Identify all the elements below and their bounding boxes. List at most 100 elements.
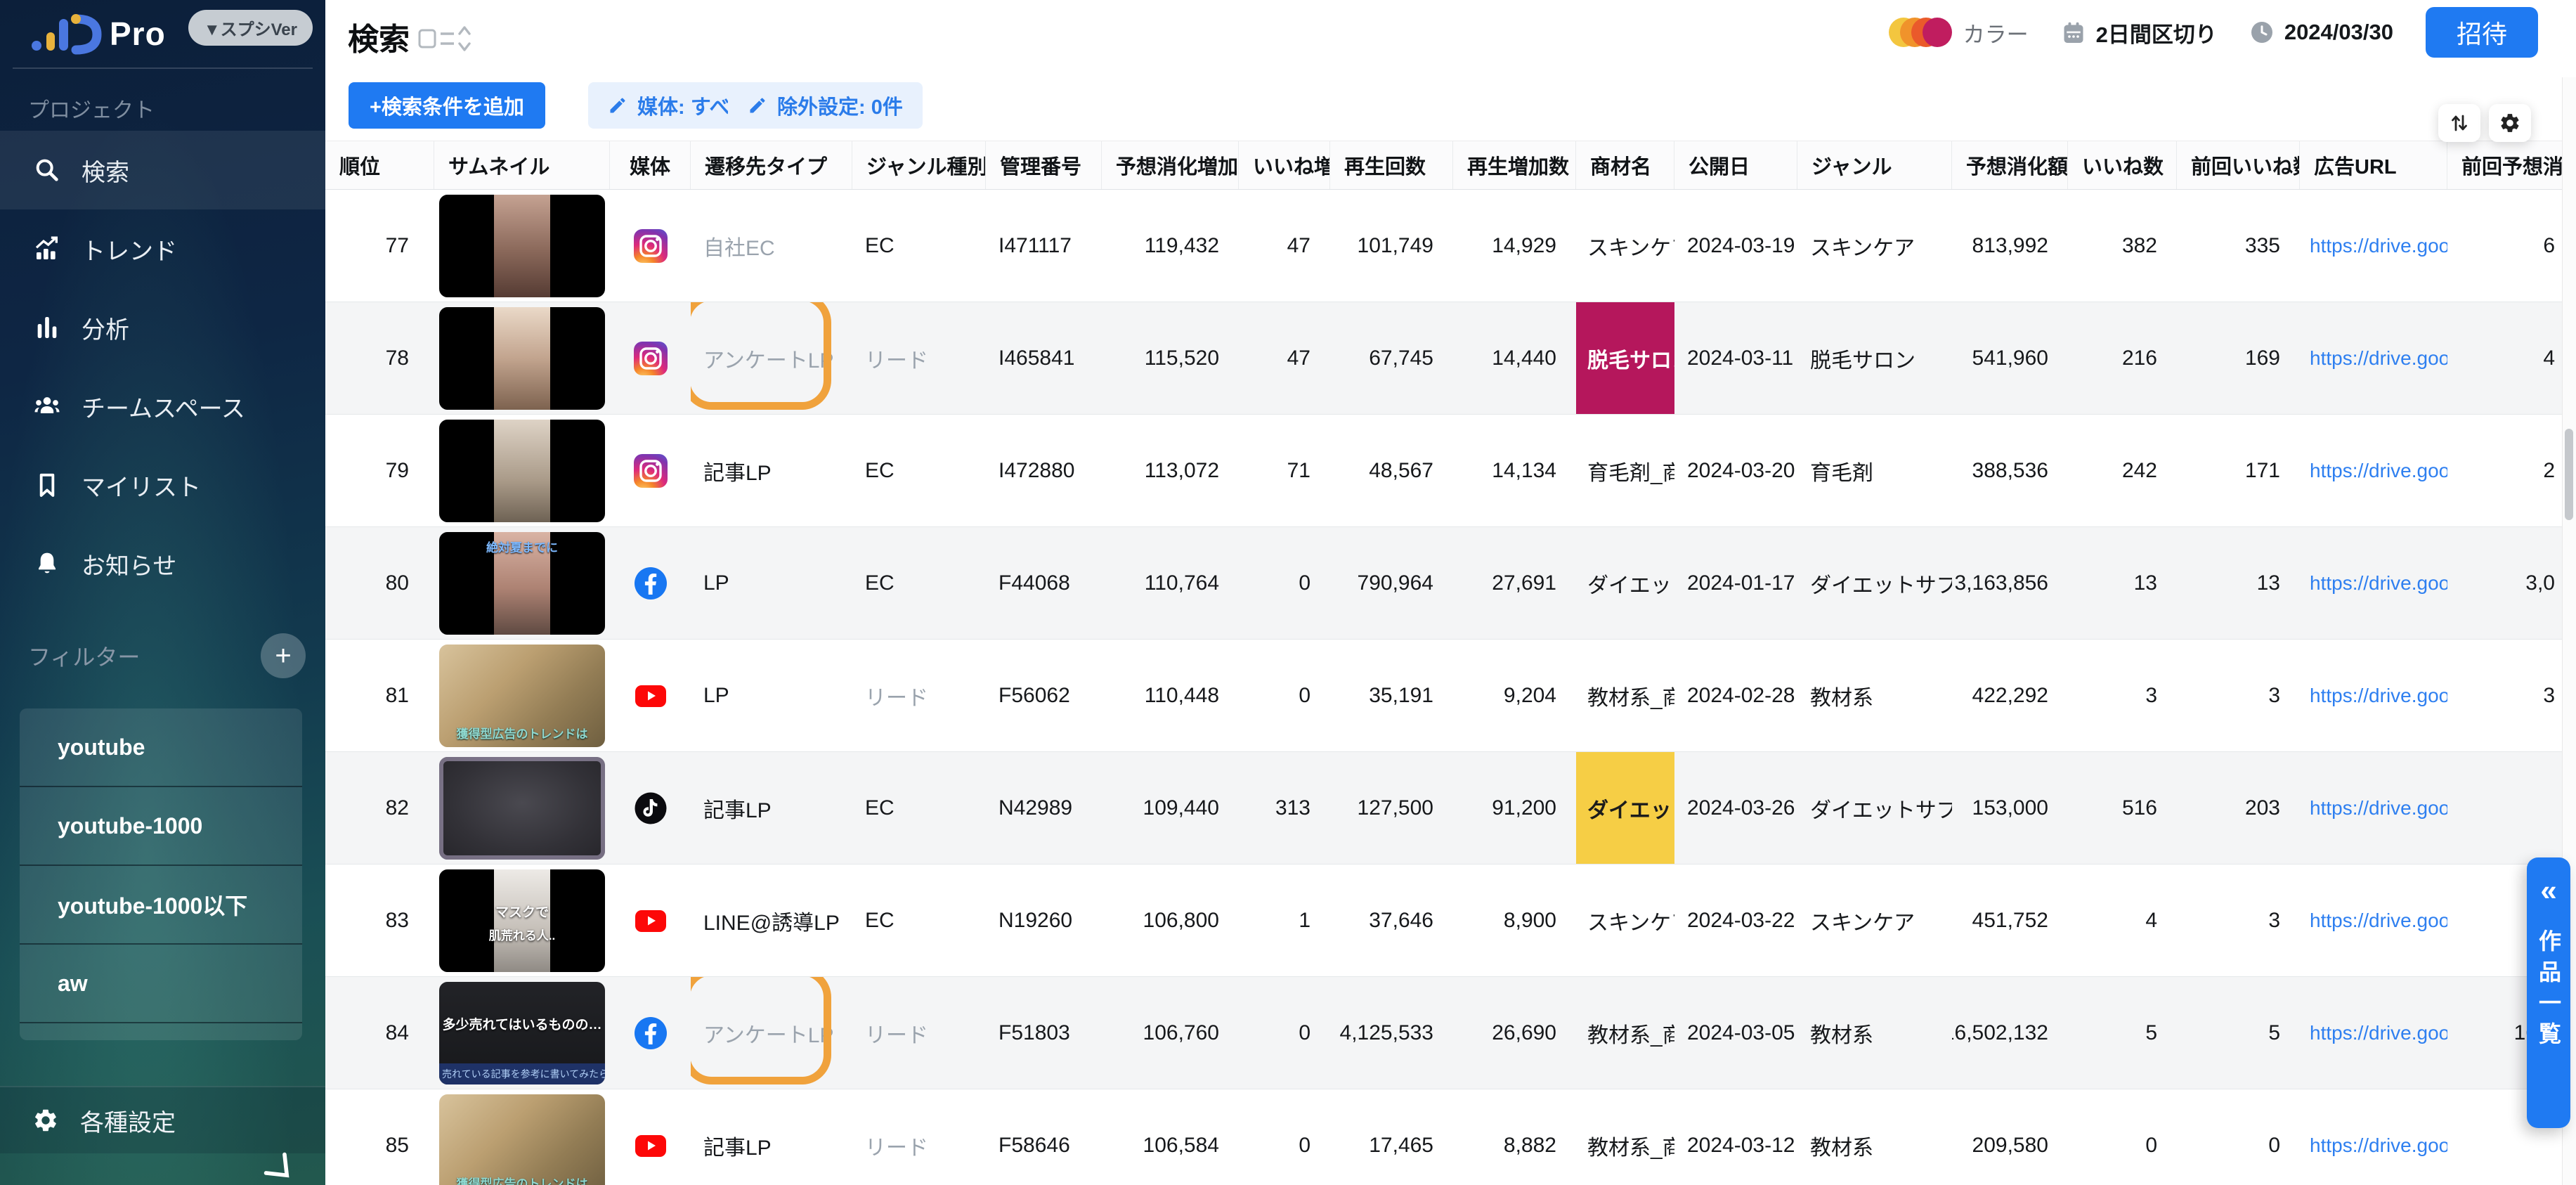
cell-transition-type: LINE@誘導LP <box>691 865 852 976</box>
exclude-settings-button[interactable]: 除外設定: 0件 <box>728 82 923 129</box>
ad-url-link[interactable]: https://drive.goo <box>2310 460 2447 482</box>
view-toggle-sort-icon[interactable] <box>417 22 474 55</box>
cell-media <box>610 527 691 639</box>
sidebar-item-label: チームスペース <box>82 389 245 424</box>
cell-transition-type: アンケートLP <box>691 977 852 1089</box>
invite-button[interactable]: 招待 <box>2426 7 2538 58</box>
cell-prev-likes: 5 <box>2177 977 2300 1089</box>
genre-type-label: EC <box>865 234 895 258</box>
add-search-condition-button[interactable]: +検索条件を追加 <box>349 82 545 129</box>
color-legend-label: カラー <box>1963 17 2029 48</box>
filter-item[interactable]: youtube-1000以下 <box>20 866 302 945</box>
cell-product-name: ダイエット <box>1576 527 1674 639</box>
ad-url-link[interactable]: https://drive.goo <box>2310 909 2447 932</box>
cell-transition-type: 記事LP <box>691 415 852 526</box>
ad-url-link[interactable]: https://drive.goo <box>2310 797 2447 820</box>
filter-label: フィルター <box>28 640 140 672</box>
cell-like-increase: 0 <box>1239 977 1330 1089</box>
cell-est-consumption: 388,536 <box>1952 415 2068 526</box>
cell-published-date: 2024-02-28 <box>1674 640 1797 751</box>
sidebar-item-search[interactable]: 検索 <box>0 131 325 209</box>
column-header: 再生増加数 <box>1453 141 1576 189</box>
sort-button[interactable] <box>2438 104 2480 142</box>
column-header: 前回予想消化 <box>2447 141 2575 189</box>
column-header: 公開日 <box>1674 141 1797 189</box>
cell-est-consumption-increase: 119,432 <box>1102 190 1239 302</box>
app-logo-icon <box>27 11 110 57</box>
cell-transition-type: アンケートLP <box>691 302 852 414</box>
video-thumbnail[interactable] <box>439 195 605 297</box>
cell-media <box>610 190 691 302</box>
ad-url-link[interactable]: https://drive.goo <box>2310 235 2447 257</box>
cell-prev-est-consumption: 3 <box>2447 640 2575 751</box>
cell-rank: 84 <box>325 977 434 1089</box>
cell-est-consumption: 3,163,856 <box>1952 527 2068 639</box>
cell-like-increase: 0 <box>1239 1089 1330 1185</box>
cell-est-consumption: 422,292 <box>1952 640 2068 751</box>
transition-type-label: LP <box>703 684 729 708</box>
date-control[interactable]: 2024/03/30 <box>2249 20 2393 45</box>
cell-thumbnail: 絶対夏までに <box>434 527 610 639</box>
cell-est-consumption: 541,960 <box>1952 302 2068 414</box>
video-thumbnail[interactable]: 獲得型広告のトレンドは <box>439 1094 605 1185</box>
ad-url-link[interactable]: https://drive.goo <box>2310 572 2447 595</box>
cell-ad-url: https://drive.goo <box>2300 977 2447 1089</box>
sidebar-item-bell[interactable]: お知らせ <box>0 524 325 603</box>
sidebar-item-team[interactable]: チームスペース <box>0 367 325 446</box>
section-label-project: プロジェクト <box>28 93 325 124</box>
ad-url-link[interactable]: https://drive.goo <box>2310 347 2447 370</box>
interval-control[interactable]: 2日間区切り <box>2061 17 2217 48</box>
sidebar-item-analytics[interactable]: 分析 <box>0 288 325 367</box>
cell-genre-type: EC <box>852 190 986 302</box>
add-filter-button[interactable]: + <box>261 633 306 678</box>
cell-transition-type: 記事LP <box>691 1089 852 1185</box>
instagram-icon <box>634 342 668 375</box>
video-thumbnail[interactable]: 絶対夏までに <box>439 532 605 635</box>
cell-genre-type: EC <box>852 752 986 864</box>
filter-item[interactable]: youtube-1000 <box>20 787 302 866</box>
video-thumbnail[interactable]: 獲得型広告のトレンドは <box>439 645 605 747</box>
cell-prev-est-consumption <box>2447 752 2575 864</box>
ad-url-link[interactable]: https://drive.goo <box>2310 1134 2447 1157</box>
version-badge[interactable]: ▼スプシVer <box>188 10 313 46</box>
sidebar-item-bookmark[interactable]: マイリスト <box>0 446 325 524</box>
works-list-tab[interactable]: « 作品一覧 <box>2527 857 2570 1128</box>
cell-media <box>610 1089 691 1185</box>
color-legend[interactable]: カラー <box>1889 17 2029 48</box>
column-header: 順位 <box>325 141 434 189</box>
transition-type-label: 記事LP <box>703 455 772 486</box>
table-settings-button[interactable] <box>2489 104 2531 142</box>
cell-product-name: 教材系_商 <box>1576 1089 1674 1185</box>
cell-media <box>610 640 691 751</box>
video-thumbnail[interactable] <box>439 420 605 522</box>
column-header: 媒体 <box>610 141 691 189</box>
gear-icon <box>32 1107 59 1134</box>
cell-play-increase: 27,691 <box>1453 527 1576 639</box>
filter-item[interactable]: youtube <box>20 708 302 787</box>
sidebar-item-settings[interactable]: 各種設定 <box>0 1086 325 1153</box>
cell-genre: 脱毛サロン <box>1797 302 1952 414</box>
video-thumbnail[interactable] <box>439 757 605 860</box>
cell-play-increase: 8,900 <box>1453 865 1576 976</box>
cell-admin-id: F51803 <box>986 977 1102 1089</box>
sidebar-item-trend[interactable]: トレンド <box>0 209 325 288</box>
scrollbar-handle[interactable] <box>2565 429 2573 520</box>
cell-thumbnail <box>434 415 610 526</box>
color-legend-dots <box>1889 18 1952 47</box>
cell-admin-id: F44068 <box>986 527 1102 639</box>
filter-item[interactable]: aw <box>20 945 302 1023</box>
video-thumbnail[interactable]: マスクで肌荒れる人.. <box>439 869 605 972</box>
product-name-label: 脱毛サロン <box>1576 302 1674 414</box>
ad-url-link[interactable]: https://drive.goo <box>2310 685 2447 707</box>
video-thumbnail[interactable]: 多少売れてはいるものの…売れている記事を参考に書いてみたら <box>439 982 605 1084</box>
cell-prev-est-consumption: 3,0 <box>2447 527 2575 639</box>
expand-chevron-icon[interactable] <box>261 1150 301 1185</box>
cell-play-increase: 14,134 <box>1453 415 1576 526</box>
filter-panel: youtubeyoutube-1000youtube-1000以下aw <box>20 708 302 1040</box>
analytics-icon <box>32 313 62 342</box>
product-name-label: スキンケア <box>1576 865 1674 976</box>
video-thumbnail[interactable] <box>439 307 605 410</box>
instagram-icon <box>634 454 668 488</box>
ad-url-link[interactable]: https://drive.goo <box>2310 1022 2447 1044</box>
cell-genre: スキンケア <box>1797 865 1952 976</box>
